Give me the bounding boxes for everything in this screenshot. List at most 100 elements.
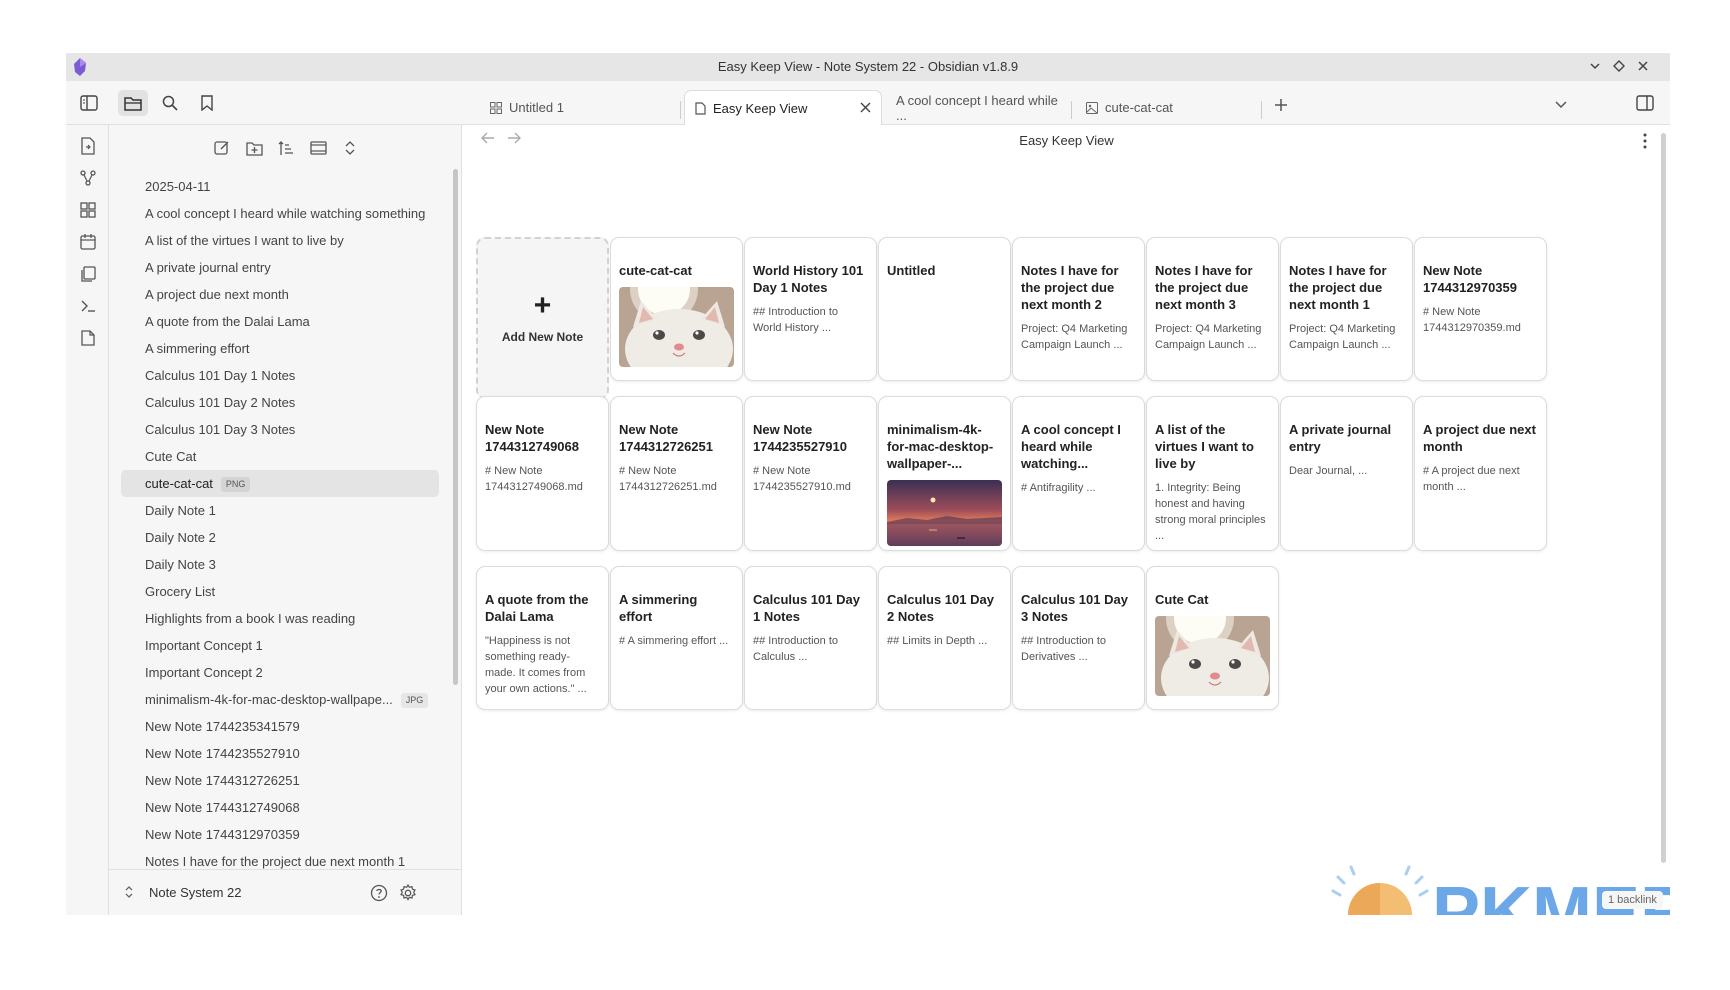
ribbon bbox=[66, 125, 109, 915]
note-card[interactable]: New Note 1744235527910 # New Note 1744235… bbox=[744, 396, 877, 551]
open-quick-switcher-icon[interactable] bbox=[78, 136, 98, 156]
file-item[interactable]: New Note 1744312970359 bbox=[121, 821, 439, 848]
new-tab-icon[interactable] bbox=[1266, 92, 1296, 118]
note-card[interactable]: Calculus 101 Day 1 Notes ## Introduction … bbox=[744, 566, 877, 710]
file-item[interactable]: A list of the virtues I want to live by bbox=[121, 227, 439, 254]
card-title: New Note 1744312749068 bbox=[485, 422, 579, 454]
more-options-icon[interactable] bbox=[1643, 133, 1647, 154]
file-item[interactable]: A quote from the Dalai Lama bbox=[121, 308, 439, 335]
file-item[interactable]: Daily Note 3 bbox=[121, 551, 439, 578]
auto-reveal-icon[interactable] bbox=[306, 136, 330, 160]
file-item[interactable]: A private journal entry bbox=[121, 254, 439, 281]
graph-view-icon[interactable] bbox=[78, 168, 98, 188]
main-scrollbar[interactable] bbox=[1661, 133, 1666, 863]
templates-icon[interactable] bbox=[78, 264, 98, 284]
toggle-sidebar-icon[interactable] bbox=[74, 90, 104, 116]
note-card[interactable]: New Note 1744312726251 # New Note 1744312… bbox=[610, 396, 743, 551]
card-preview: # New Note 1744312970359.md bbox=[1423, 306, 1521, 334]
file-item[interactable]: minimalism-4k-for-mac-desktop-wallpape..… bbox=[121, 686, 439, 713]
note-card[interactable]: Cute Cat bbox=[1146, 566, 1279, 710]
note-card[interactable]: Untitled bbox=[878, 237, 1011, 381]
note-card[interactable]: A project due next month # A project due … bbox=[1414, 396, 1547, 551]
note-card[interactable]: Notes I have for the project due next mo… bbox=[1146, 237, 1279, 381]
file-item[interactable]: Important Concept 1 bbox=[121, 632, 439, 659]
tab-cute-cat-cat[interactable]: cute-cat-cat bbox=[1076, 90, 1256, 125]
file-item[interactable]: Calculus 101 Day 2 Notes bbox=[121, 389, 439, 416]
note-card[interactable]: New Note 1744312970359 # New Note 1744312… bbox=[1414, 237, 1547, 381]
note-card[interactable]: A cool concept I heard while watching...… bbox=[1012, 396, 1145, 551]
search-icon[interactable] bbox=[155, 90, 185, 116]
bookmark-icon[interactable] bbox=[192, 90, 222, 116]
note-card[interactable]: A quote from the Dalai Lama "Happiness is… bbox=[476, 566, 609, 710]
note-card[interactable]: cute-cat-cat bbox=[610, 237, 743, 381]
minimize-icon[interactable] bbox=[1586, 58, 1604, 76]
file-item[interactable]: Grocery List bbox=[121, 578, 439, 605]
note-card[interactable]: A list of the virtues I want to live by 1… bbox=[1146, 396, 1279, 551]
close-tab-icon[interactable] bbox=[860, 100, 871, 117]
note-card[interactable]: Calculus 101 Day 2 Notes ## Limits in Dep… bbox=[878, 566, 1011, 710]
file-item[interactable]: A simmering effort bbox=[121, 335, 439, 362]
command-palette-icon[interactable] bbox=[78, 296, 98, 316]
file-item[interactable]: New Note 1744235527910 bbox=[121, 740, 439, 767]
sidebar-scrollbar[interactable] bbox=[453, 169, 458, 685]
tab-list-chevron-icon[interactable] bbox=[1546, 92, 1576, 118]
card-title: cute-cat-cat bbox=[619, 263, 692, 278]
note-card[interactable]: Calculus 101 Day 3 Notes ## Introduction … bbox=[1012, 566, 1145, 710]
file-explorer-actions bbox=[109, 125, 462, 167]
settings-gear-icon[interactable] bbox=[399, 883, 417, 907]
file-name: Highlights from a book I was reading bbox=[145, 611, 356, 626]
note-icon[interactable] bbox=[78, 328, 98, 348]
file-item[interactable]: Daily Note 2 bbox=[121, 524, 439, 551]
file-name: New Note 1744235527910 bbox=[145, 746, 300, 761]
file-item[interactable]: A project due next month bbox=[121, 281, 439, 308]
tab-cool-concept[interactable]: A cool concept I heard while ... bbox=[886, 90, 1066, 125]
add-new-note-card[interactable]: + Add New Note bbox=[476, 237, 609, 399]
note-card[interactable]: World History 101 Day 1 Notes ## Introduc… bbox=[744, 237, 877, 381]
file-item[interactable]: Calculus 101 Day 1 Notes bbox=[121, 362, 439, 389]
note-card[interactable]: Notes I have for the project due next mo… bbox=[1012, 237, 1145, 381]
card-preview: # New Note 1744235527910.md bbox=[753, 465, 851, 493]
close-window-icon[interactable] bbox=[1634, 58, 1652, 76]
canvas-icon[interactable] bbox=[78, 200, 98, 220]
note-card[interactable]: A simmering effort # A simmering effort .… bbox=[610, 566, 743, 710]
file-name: Daily Note 2 bbox=[145, 530, 216, 545]
file-item[interactable]: Calculus 101 Day 3 Notes bbox=[121, 416, 439, 443]
file-explorer-icon[interactable] bbox=[118, 90, 148, 116]
tab-untitled-1[interactable]: Untitled 1 bbox=[480, 90, 650, 125]
card-preview: ## Introduction to World History ... bbox=[753, 306, 839, 334]
file-item[interactable]: New Note 1744312749068 bbox=[121, 794, 439, 821]
tab-easy-keep-view[interactable]: Easy Keep View bbox=[684, 90, 882, 125]
plus-icon: + bbox=[533, 289, 552, 322]
note-card[interactable]: New Note 1744312749068 # New Note 1744312… bbox=[476, 396, 609, 551]
card-title: World History 101 Day 1 Notes bbox=[753, 263, 864, 295]
card-preview: ## Introduction to Derivatives ... bbox=[1021, 635, 1107, 663]
file-item[interactable]: Highlights from a book I was reading bbox=[121, 605, 439, 632]
new-folder-icon[interactable] bbox=[242, 136, 266, 160]
file-item[interactable]: New Note 1744235341579 bbox=[121, 713, 439, 740]
calendar-icon[interactable] bbox=[78, 232, 98, 252]
expand-collapse-icon[interactable] bbox=[338, 136, 362, 160]
file-item[interactable]: cute-cat-cat PNG bbox=[121, 470, 439, 497]
backlink-count[interactable]: 1 backlink bbox=[1602, 891, 1663, 909]
file-item[interactable]: A cool concept I heard while watching so… bbox=[121, 200, 439, 227]
tab-label: Easy Keep View bbox=[713, 100, 808, 116]
note-card[interactable]: minimalism-4k-for-mac-desktop-wallpaper-… bbox=[878, 396, 1011, 551]
file-item[interactable]: Cute Cat bbox=[121, 443, 439, 470]
tab-label: Untitled 1 bbox=[509, 100, 564, 115]
note-card[interactable]: Notes I have for the project due next mo… bbox=[1280, 237, 1413, 381]
sort-icon[interactable] bbox=[274, 136, 298, 160]
maximize-icon[interactable] bbox=[1610, 58, 1628, 76]
file-item[interactable]: New Note 1744312726251 bbox=[121, 767, 439, 794]
card-preview: # New Note 1744312726251.md bbox=[619, 465, 717, 493]
vault-name[interactable]: Note System 22 bbox=[149, 885, 242, 900]
toggle-right-sidebar-icon[interactable] bbox=[1630, 90, 1660, 116]
file-item[interactable]: Important Concept 2 bbox=[121, 659, 439, 686]
vault-switcher: Note System 22 bbox=[109, 869, 462, 915]
file-item[interactable]: 2025-04-11 bbox=[121, 173, 439, 200]
vault-chevron-icon[interactable] bbox=[124, 885, 134, 904]
help-icon[interactable] bbox=[370, 884, 388, 907]
card-title: A private journal entry bbox=[1289, 422, 1392, 454]
file-item[interactable]: Daily Note 1 bbox=[121, 497, 439, 524]
new-note-icon[interactable] bbox=[210, 136, 234, 160]
note-card[interactable]: A private journal entry Dear Journal, ... bbox=[1280, 396, 1413, 551]
